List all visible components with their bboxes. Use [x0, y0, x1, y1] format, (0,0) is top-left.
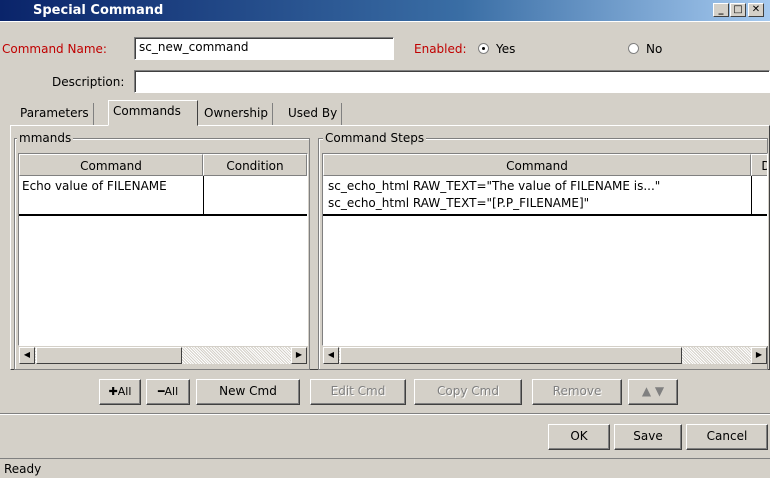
scroll-right-icon[interactable]: ▶: [751, 347, 767, 364]
enabled-yes-radio[interactable]: [478, 43, 489, 54]
tab-ownership[interactable]: Ownership: [200, 103, 273, 125]
enabled-label: Enabled:: [414, 42, 467, 56]
command-name-label: Command Name:: [2, 42, 107, 56]
status-text: Ready: [4, 462, 42, 476]
scroll-left-icon[interactable]: ◀: [19, 347, 35, 364]
arrow-up-icon[interactable]: ▲: [642, 384, 651, 398]
row-border: [323, 214, 767, 216]
scroll-thumb[interactable]: [36, 347, 182, 364]
remove-button[interactable]: Remove: [532, 379, 622, 405]
tab-parameters-label: Parameters: [20, 106, 89, 120]
maximize-button[interactable]: □: [730, 3, 746, 17]
description-label: Description:: [52, 75, 125, 89]
minimize-icon: _: [718, 4, 724, 15]
command-steps-table[interactable]: Command D sc_echo_html RAW_TEXT="The val…: [322, 153, 768, 346]
cancel-button[interactable]: Cancel: [686, 424, 768, 450]
maximize-icon: □: [733, 4, 743, 15]
step-row-1[interactable]: sc_echo_html RAW_TEXT="The value of FILE…: [325, 179, 660, 193]
tab-commands-label: Commands: [113, 104, 181, 118]
window-title: Special Command: [33, 3, 164, 18]
enabled-no-label: No: [646, 42, 663, 56]
minimize-button[interactable]: _: [713, 3, 729, 17]
tab-used-by-label: Used By: [288, 106, 338, 120]
column-header-step-d[interactable]: D: [751, 154, 767, 176]
column-header-condition[interactable]: Condition: [203, 154, 307, 176]
column-header-step-command[interactable]: Command: [323, 154, 751, 176]
save-button[interactable]: Save: [614, 424, 682, 450]
description-field[interactable]: [134, 70, 770, 93]
command-name-field[interactable]: sc_new_command: [134, 37, 394, 60]
row-border: [19, 214, 307, 216]
separator: [0, 413, 770, 415]
step-row-2[interactable]: sc_echo_html RAW_TEXT="[P.P_FILENAME]": [325, 196, 589, 210]
command-cell: Echo value of FILENAME: [22, 179, 167, 193]
tab-used-by[interactable]: Used By: [284, 103, 343, 125]
enabled-yes-label: Yes: [496, 42, 516, 56]
commands-table[interactable]: Command Condition Echo value of FILENAME: [18, 153, 308, 346]
cell-divider: [203, 176, 204, 214]
scroll-right-icon[interactable]: ▶: [291, 347, 307, 364]
steps-horizontal-scrollbar[interactable]: ◀ ▶: [323, 347, 767, 364]
collapse-all-label: All: [164, 385, 179, 398]
expand-all-button[interactable]: ✚All: [99, 379, 141, 405]
close-button[interactable]: ✕: [748, 3, 764, 17]
enabled-no-radio[interactable]: [628, 43, 639, 54]
status-bar: Ready: [0, 458, 770, 478]
tab-commands[interactable]: Commands: [108, 100, 198, 126]
new-cmd-button[interactable]: New Cmd: [196, 379, 300, 405]
commands-group-title: mmands: [17, 131, 74, 145]
title-bar: Special Command _ □ ✕: [0, 0, 770, 22]
reorder-buttons[interactable]: ▲ ▼: [628, 379, 678, 405]
scroll-left-icon[interactable]: ◀: [323, 347, 339, 364]
commands-horizontal-scrollbar[interactable]: ◀ ▶: [19, 347, 307, 364]
column-header-command[interactable]: Command: [19, 154, 203, 176]
close-icon: ✕: [751, 4, 761, 15]
cell-divider: [751, 176, 752, 214]
copy-cmd-button[interactable]: Copy Cmd: [414, 379, 522, 405]
collapse-all-button[interactable]: ━All: [146, 379, 190, 405]
scroll-thumb[interactable]: [340, 347, 682, 364]
tab-ownership-label: Ownership: [204, 106, 268, 120]
plus-icon: ✚: [108, 385, 118, 398]
expand-all-label: All: [117, 385, 132, 398]
command-steps-group-title: Command Steps: [323, 131, 427, 145]
ok-button[interactable]: OK: [548, 424, 610, 450]
tab-parameters[interactable]: Parameters: [16, 103, 94, 125]
edit-cmd-button[interactable]: Edit Cmd: [310, 379, 406, 405]
